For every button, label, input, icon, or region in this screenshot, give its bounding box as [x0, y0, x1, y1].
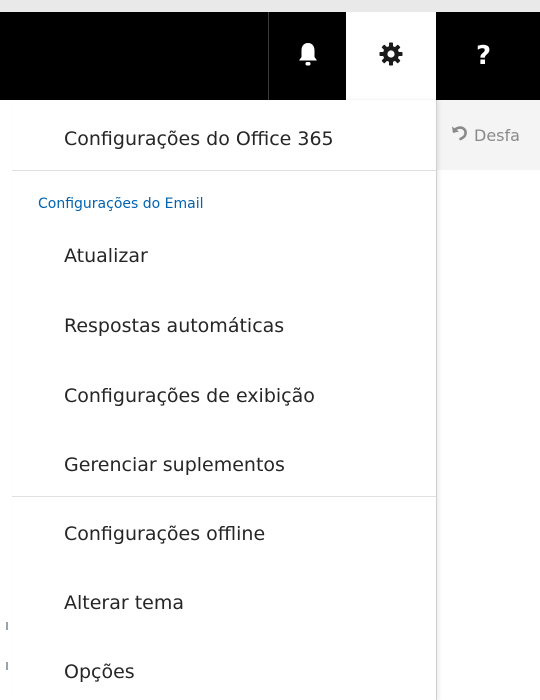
menu-item-office365-settings[interactable]: Configurações do Office 365 [12, 130, 436, 149]
app-window: ? Desfa Configurações do Office 365 Conf… [0, 0, 540, 700]
section-header-email-settings: Configurações do Email [38, 196, 204, 212]
menu-item-offline-settings[interactable]: Configurações offline [12, 525, 436, 544]
menu-item-refresh[interactable]: Atualizar [12, 247, 436, 266]
menu-item-automatic-replies[interactable]: Respostas automáticas [12, 317, 436, 336]
help-button[interactable]: ? [436, 12, 540, 100]
edge-mark [6, 622, 8, 630]
help-icon: ? [476, 41, 492, 71]
undo-label: Desfa [474, 125, 520, 145]
menu-item-options[interactable]: Opções [12, 663, 436, 682]
menu-item-manage-addins[interactable]: Gerenciar suplementos [12, 456, 436, 475]
undo-button[interactable]: Desfa [436, 100, 540, 170]
notifications-button[interactable] [268, 12, 347, 100]
divider [12, 170, 436, 171]
top-strip [0, 0, 540, 12]
undo-icon [450, 124, 468, 146]
settings-button[interactable] [346, 12, 436, 100]
edge-mark [6, 662, 8, 670]
bell-icon [297, 41, 319, 71]
menu-item-change-theme[interactable]: Alterar tema [12, 594, 436, 613]
settings-dropdown: Configurações do Office 365 Configuraçõe… [12, 100, 437, 700]
menu-item-display-settings[interactable]: Configurações de exibição [12, 387, 436, 406]
divider [12, 496, 436, 497]
gear-icon [378, 41, 404, 71]
